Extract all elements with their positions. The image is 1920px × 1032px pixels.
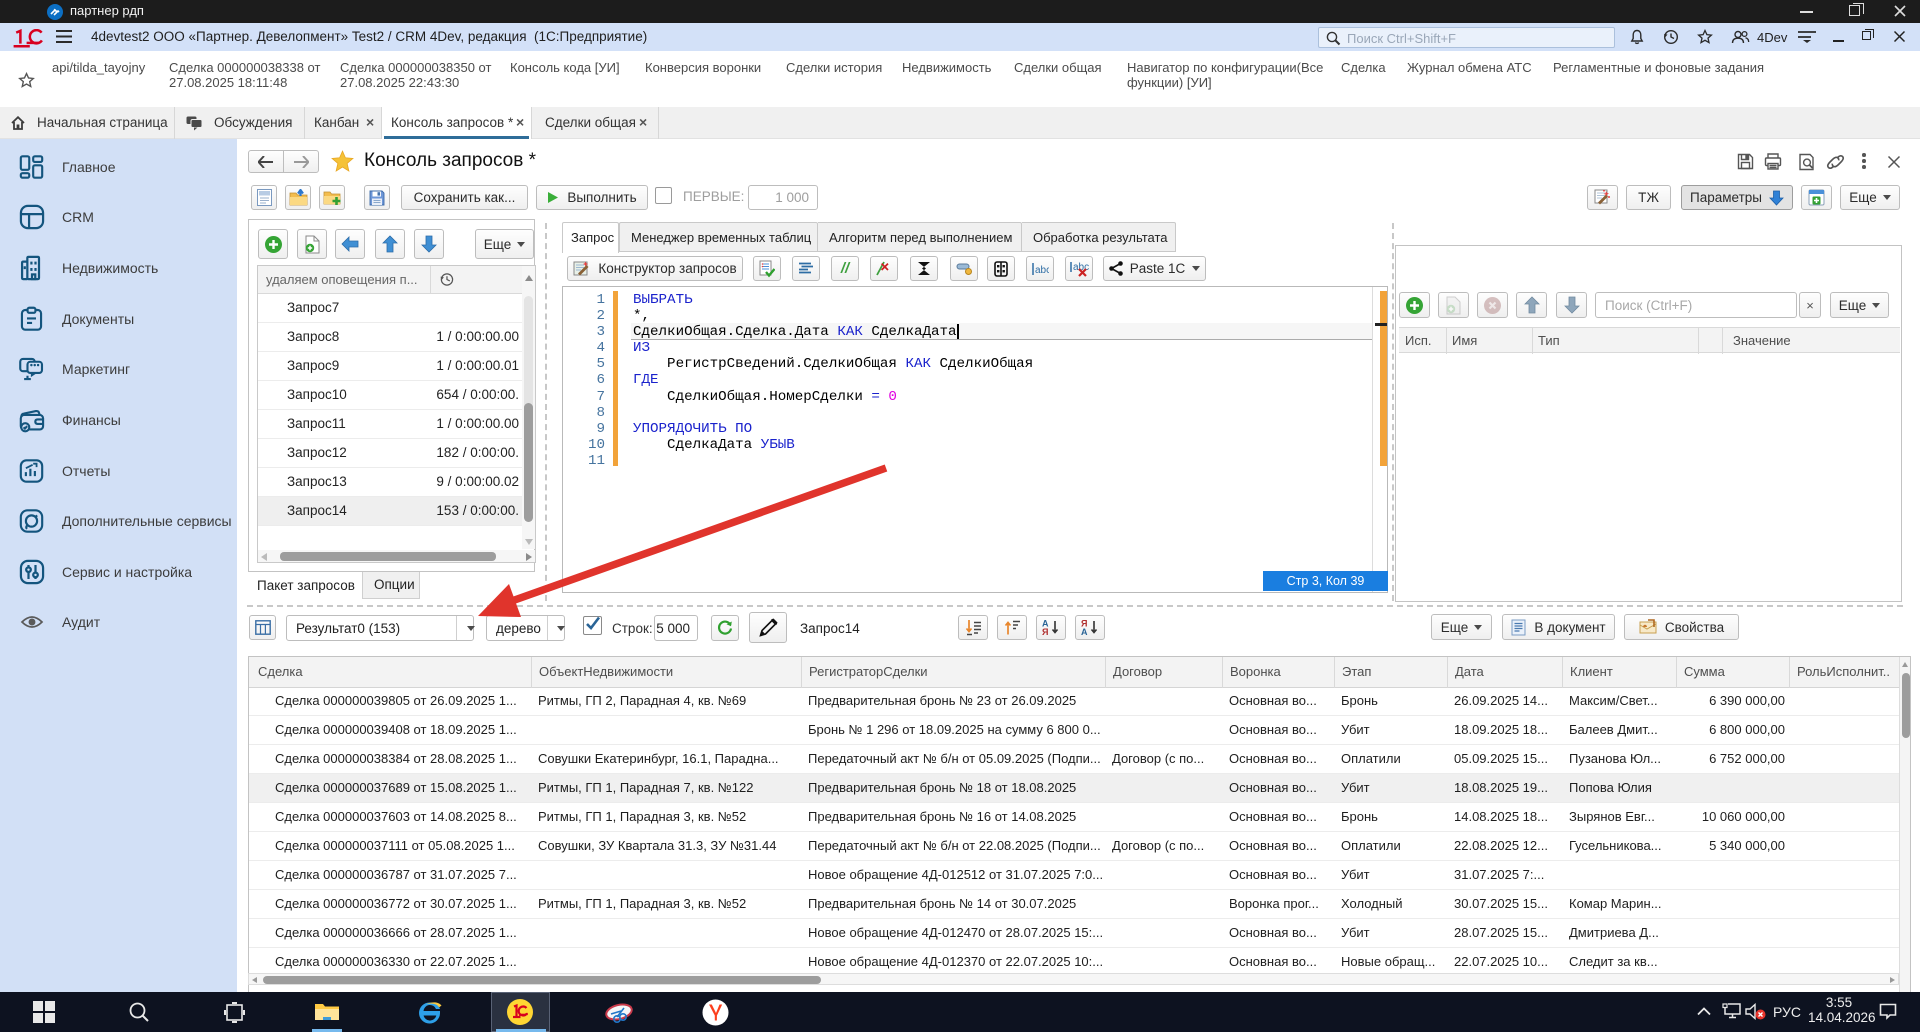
svg-text:А: А [1081,627,1088,636]
svg-text:Я: Я [1042,627,1048,636]
svg-text:abc: abc [1035,265,1049,276]
